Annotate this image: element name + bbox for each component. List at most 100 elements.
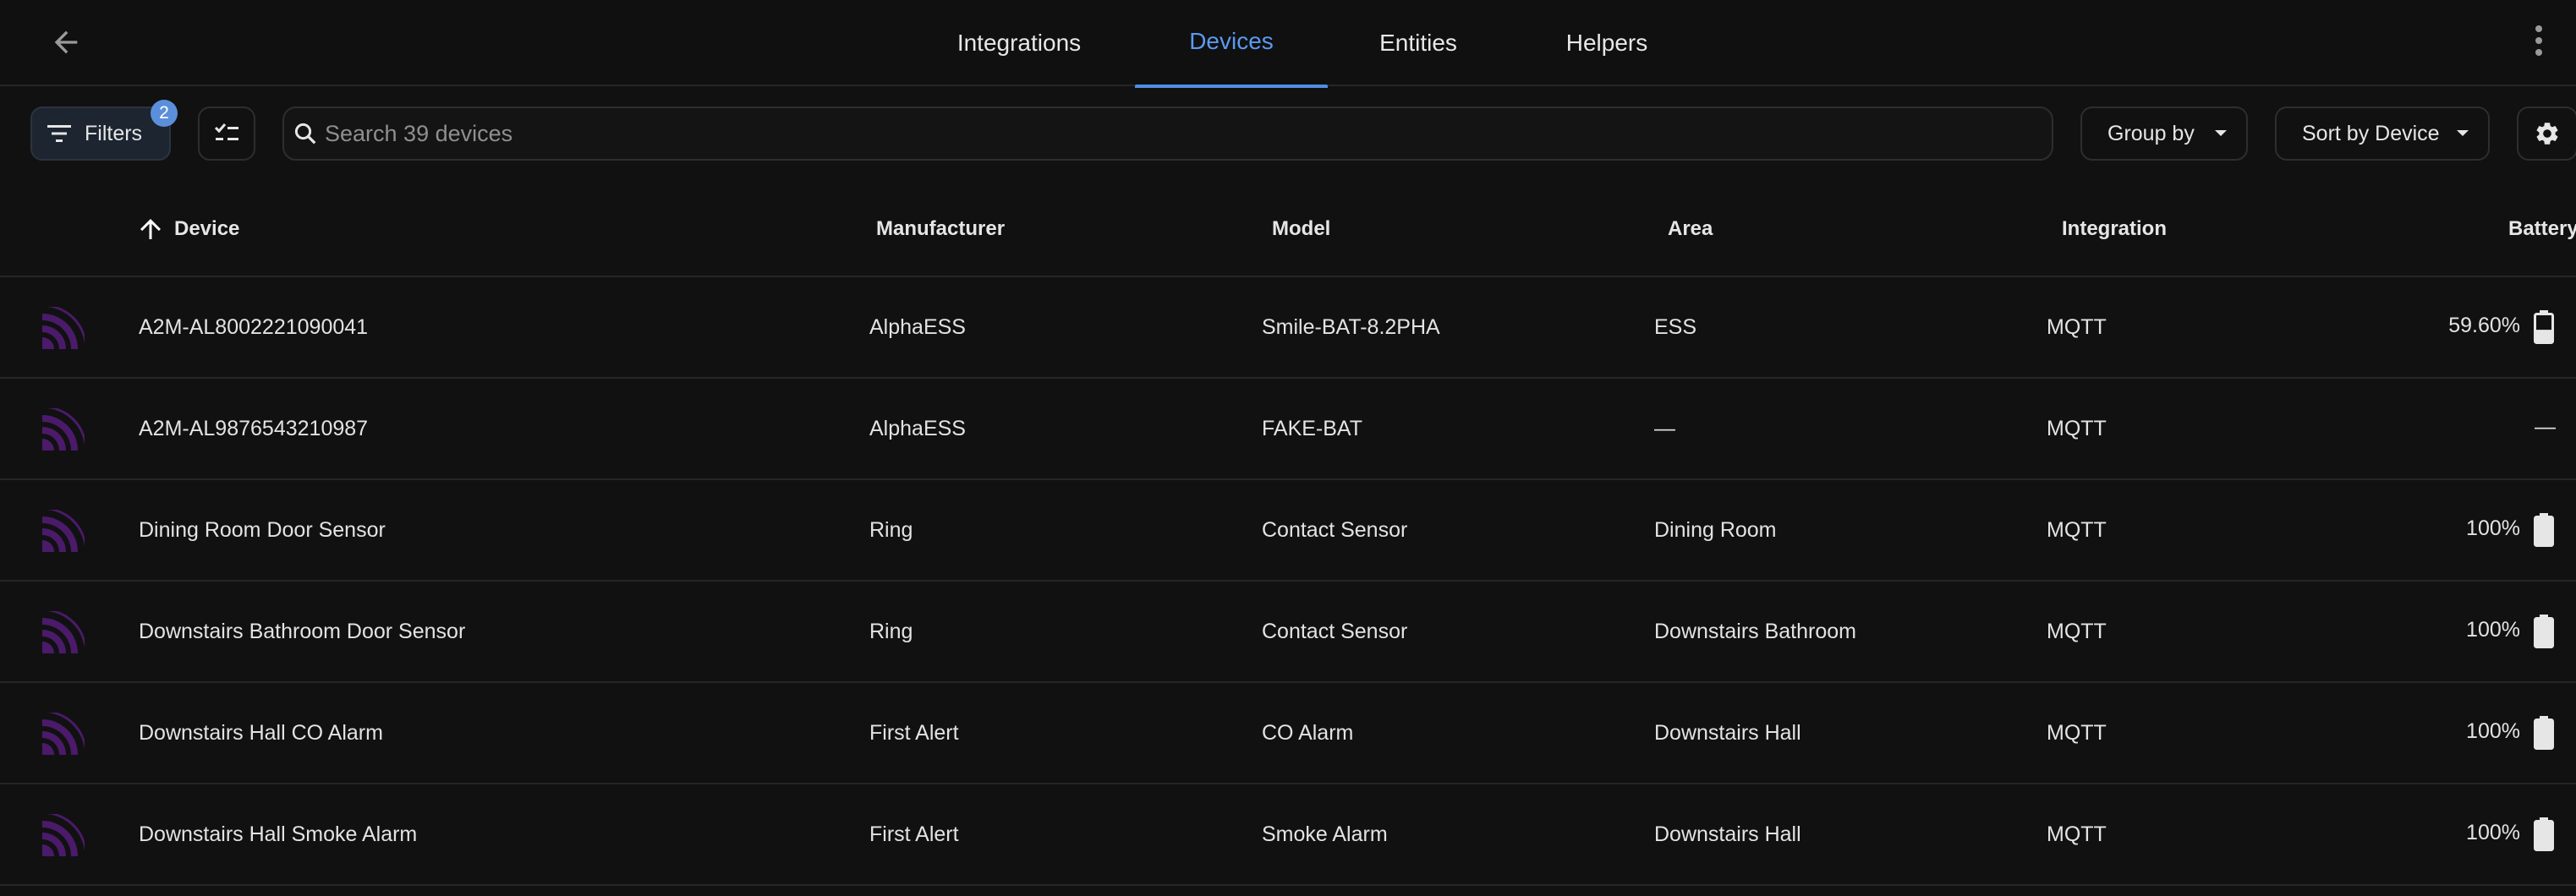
battery-icon [2534,615,2554,648]
integration: MQTT [2047,619,2107,643]
column-header-area[interactable]: Area [1668,183,1713,276]
column-label: Model [1272,217,1331,240]
column-header-model[interactable]: Model [1272,183,1330,276]
checklist-icon [214,123,238,140]
mqtt-icon [42,713,85,755]
battery-icon [2534,716,2554,750]
battery-cell: 100% [2466,784,2576,884]
integration: MQTT [2047,720,2107,745]
area: Downstairs Bathroom [1654,619,1856,643]
dots-vertical-icon [2535,25,2542,56]
top-app-bar: Integrations Devices Entities Helpers [0,0,2576,88]
group-by-label: Group by [2107,121,2195,145]
more-options-button[interactable] [2520,17,2557,64]
manufacturer: AlphaESS [869,314,966,339]
mqtt-icon [42,611,85,653]
battery-value: 100% [2466,820,2520,844]
search-input[interactable] [323,119,2052,148]
tab-label: Entities [1379,30,1457,56]
battery-icon [2534,817,2554,851]
table-settings-button[interactable] [2517,107,2576,161]
model: Smoke Alarm [1262,822,1388,846]
table-header: Device Manufacturer Model Area Integrati… [0,183,2576,277]
caret-down-icon [2215,130,2227,136]
area: Downstairs Hall [1654,822,1801,846]
filters-label: Filters [85,121,143,145]
search-icon [294,123,316,145]
back-button[interactable] [42,19,90,66]
tab-helpers[interactable]: Helpers [1544,0,1669,86]
tab-label: Devices [1189,28,1274,54]
area: Dining Room [1654,517,1777,542]
tab-entities[interactable]: Entities [1348,0,1488,86]
battery-value: 100% [2466,718,2520,743]
manufacturer: First Alert [869,822,959,846]
manufacturer: First Alert [869,720,959,745]
integration: MQTT [2047,314,2107,339]
filters-count-badge: 2 [151,100,178,127]
column-header-battery[interactable]: Battery [2508,183,2576,276]
tab-label: Helpers [1565,30,1648,56]
tab-label: Integrations [956,30,1082,56]
battery-value: 100% [2466,617,2520,642]
arrow-left-icon [54,30,78,54]
device-name: Downstairs Hall CO Alarm [139,720,383,745]
manufacturer: Ring [869,619,913,643]
table-row[interactable]: Downstairs Hall CO Alarm First Alert CO … [0,683,2576,784]
group-by-dropdown[interactable]: Group by [2080,107,2248,161]
column-label: Device [174,217,240,240]
column-header-device[interactable]: Device [135,183,239,276]
mqtt-icon [42,814,85,856]
model: Smile-BAT-8.2PHA [1262,314,1440,339]
integration: MQTT [2047,517,2107,542]
mqtt-icon [42,307,85,349]
integration: MQTT [2047,822,2107,846]
battery-value: 100% [2466,516,2520,540]
battery-cell: 100% [2466,480,2576,580]
battery-cell: 100% [2466,683,2576,783]
manufacturer: Ring [869,517,913,542]
tab-devices[interactable]: Devices [1135,0,1328,88]
battery-cell: 100% [2466,582,2576,681]
area: — [1654,416,1675,440]
battery-cell: — [2535,379,2576,478]
sort-dropdown[interactable]: Sort by Device [2275,107,2490,161]
caret-down-icon [2457,130,2469,136]
table-row[interactable]: A2M-AL8002221090041 AlphaESS Smile-BAT-8… [0,277,2576,379]
model: FAKE-BAT [1262,416,1363,440]
arrow-up-icon [140,219,161,239]
gear-icon [2536,123,2558,145]
column-header-integration[interactable]: Integration [2062,183,2167,276]
battery-icon [2534,310,2554,344]
search-box[interactable] [282,107,2053,161]
model: Contact Sensor [1262,517,1408,542]
battery-icon [2534,513,2554,547]
device-name: A2M-AL8002221090041 [139,314,369,339]
selection-mode-button[interactable] [198,107,255,161]
column-label: Area [1668,217,1713,240]
table-body: A2M-AL8002221090041 AlphaESS Smile-BAT-8… [0,277,2576,886]
table-toolbar: Filters 2 Group by Sort by Device [0,88,2576,183]
mqtt-icon [42,408,85,451]
column-label: Integration [2062,217,2167,240]
column-label: Manufacturer [876,217,1006,240]
table-row[interactable]: Downstairs Bathroom Door Sensor Ring Con… [0,582,2576,683]
device-name: Downstairs Bathroom Door Sensor [139,619,466,643]
devices-table: Device Manufacturer Model Area Integrati… [0,183,2576,886]
area: ESS [1654,314,1697,339]
device-name: Dining Room Door Sensor [139,517,386,542]
table-row[interactable]: A2M-AL9876543210987 AlphaESS FAKE-BAT — … [0,379,2576,480]
column-header-manufacturer[interactable]: Manufacturer [876,183,1005,276]
battery-value: 59.60% [2448,313,2520,337]
battery-cell: 59.60% [2448,277,2576,377]
device-name: A2M-AL9876543210987 [139,416,369,440]
integration: MQTT [2047,416,2107,440]
model: Contact Sensor [1262,619,1408,643]
table-row[interactable]: Downstairs Hall Smoke Alarm First Alert … [0,784,2576,886]
table-row[interactable]: Dining Room Door Sensor Ring Contact Sen… [0,480,2576,582]
column-label: Battery [2508,217,2576,240]
manufacturer: AlphaESS [869,416,966,440]
tab-integrations[interactable]: Integrations [939,0,1099,86]
filter-icon [47,125,71,142]
mqtt-icon [42,510,85,552]
